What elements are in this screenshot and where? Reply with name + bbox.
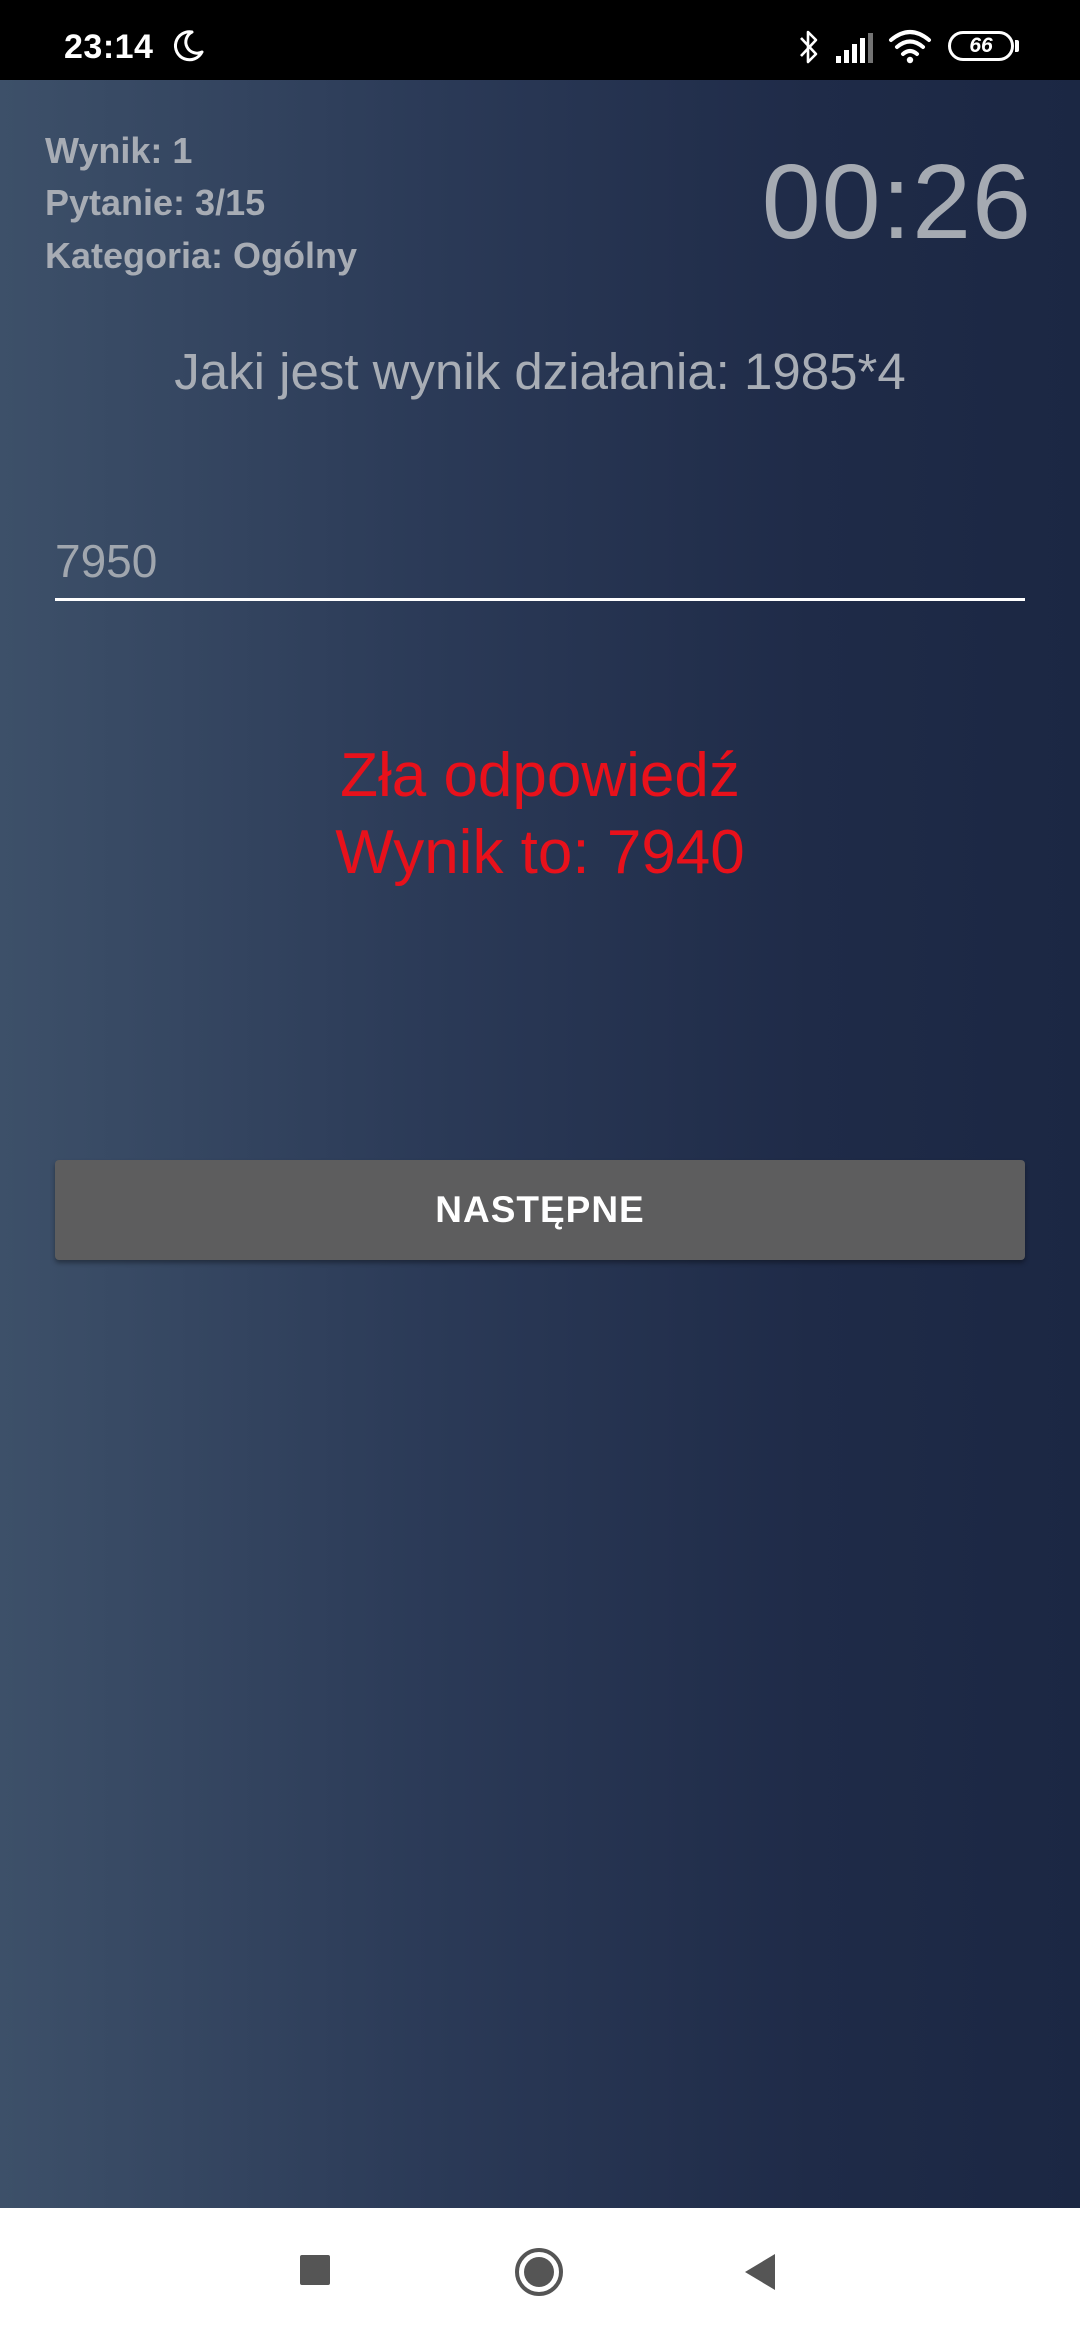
- battery-icon: 66: [948, 31, 1014, 61]
- next-button[interactable]: NASTĘPNE: [55, 1160, 1025, 1260]
- bluetooth-icon: [800, 30, 818, 64]
- score-label: Wynik: 1: [45, 130, 193, 171]
- home-icon[interactable]: [514, 2247, 564, 2297]
- question-text: Jaki jest wynik działania: 1985*4: [174, 343, 906, 400]
- quiz-screen: Wynik: 1 Pytanie: 3/15 Kategoria: Ogólny…: [0, 80, 1080, 2208]
- status-bar: 23:14 66: [0, 0, 1080, 80]
- navigation-bar: [0, 2208, 1080, 2340]
- recents-icon[interactable]: [300, 2255, 330, 2285]
- feedback-correct-result: Wynik to: 7940: [335, 818, 745, 887]
- screen: 23:14 66 Wynik: 1 Pytanie: 3/15 Kategori…: [0, 0, 1080, 2340]
- back-icon[interactable]: [742, 2252, 778, 2292]
- countdown-timer: 00:26: [761, 143, 1032, 261]
- feedback-wrong-answer: Zła odpowiedź: [340, 741, 740, 810]
- answer-input-value: 7950: [55, 535, 158, 587]
- wifi-icon: [889, 30, 931, 64]
- answer-input[interactable]: 7950: [55, 528, 1025, 601]
- signal-icon: [836, 33, 873, 63]
- question-counter: Pytanie: 3/15: [45, 182, 266, 223]
- battery-tip: [1015, 40, 1019, 52]
- category-label: Kategoria: Ogólny: [45, 235, 358, 276]
- moon-icon: [173, 30, 204, 62]
- status-time: 23:14: [64, 28, 154, 66]
